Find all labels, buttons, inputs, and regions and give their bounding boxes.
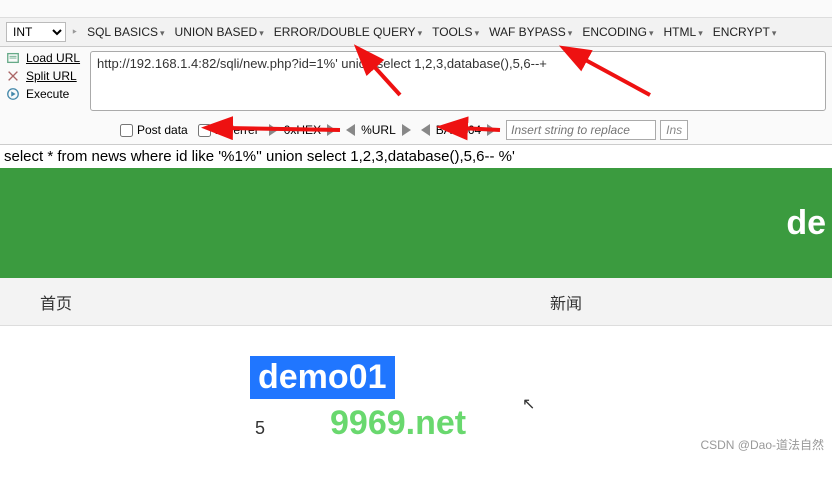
url-input[interactable]: http://192.168.1.4:82/sqli/new.php?id=1%…: [90, 51, 826, 111]
menu-separator: ‣: [68, 25, 81, 39]
menu-sql-basics[interactable]: SQL BASICS: [83, 23, 168, 41]
watermark: 9969.net: [330, 404, 466, 443]
load-icon: [6, 51, 20, 65]
page-content: demo01 5 9969.net ↖ CSDN @Dao-道法自然: [0, 326, 832, 399]
menu-union-based[interactable]: UNION BASED: [171, 23, 268, 41]
chevron-left-icon: [421, 124, 430, 136]
encode-url[interactable]: %URL: [346, 123, 411, 137]
post-data-checkbox[interactable]: Post data: [120, 123, 188, 137]
hackbar-menu: INT ‣ SQL BASICS UNION BASED ERROR/DOUBL…: [0, 18, 832, 47]
nav-home[interactable]: 首页: [0, 290, 112, 314]
chevron-left-icon: [346, 124, 355, 136]
credit-text: CSDN @Dao-道法自然: [700, 436, 824, 453]
menu-encrypt[interactable]: ENCRYPT: [709, 23, 781, 41]
result-highlight: demo01: [250, 356, 395, 399]
chevron-right-icon: [327, 124, 336, 136]
split-icon: [6, 69, 20, 83]
cursor-icon: ↖: [522, 394, 535, 414]
load-url-label: Load URL: [26, 51, 80, 65]
menu-html[interactable]: HTML: [660, 23, 707, 41]
chevron-right-icon: [487, 124, 496, 136]
rendered-query: select * from news where id like '%1%'' …: [0, 145, 832, 168]
menu-encoding[interactable]: ENCODING: [578, 23, 657, 41]
execute-label: Execute: [26, 87, 69, 101]
execute-icon: [6, 87, 20, 101]
menu-tools[interactable]: TOOLS: [428, 23, 483, 41]
split-url-button[interactable]: Split URL: [6, 69, 80, 83]
site-nav: 首页 新闻: [0, 278, 832, 326]
insert-group: Ins: [506, 120, 688, 140]
result-number: 5: [255, 418, 265, 439]
chevron-right-icon: [402, 124, 411, 136]
hero-text: de: [786, 204, 826, 243]
chevron-right-icon: [269, 124, 278, 136]
action-buttons: Load URL Split URL Execute: [6, 51, 80, 101]
split-url-label: Split URL: [26, 69, 77, 83]
referrer-checkbox[interactable]: Referrer: [198, 123, 259, 137]
action-row: Load URL Split URL Execute http://192.16…: [0, 47, 832, 118]
nav-news[interactable]: 新闻: [510, 290, 622, 314]
options-row: Post data Referrer 0xHEX %URL BASE64 Ins: [0, 118, 832, 145]
menu-waf-bypass[interactable]: WAF BYPASS: [485, 23, 576, 41]
insert-button[interactable]: Ins: [660, 120, 688, 140]
encode-base64[interactable]: BASE64: [421, 123, 496, 137]
post-data-label: Post data: [137, 123, 188, 137]
insert-string-input[interactable]: [506, 120, 656, 140]
url-box: http://192.168.1.4:82/sqli/new.php?id=1%…: [90, 51, 826, 114]
load-url-button[interactable]: Load URL: [6, 51, 80, 65]
hero-banner: de: [0, 168, 832, 278]
referrer-label: Referrer: [215, 123, 259, 137]
menu-error-double[interactable]: ERROR/DOUBLE QUERY: [270, 23, 426, 41]
browser-tab-strip: [0, 0, 832, 18]
type-select[interactable]: INT: [6, 22, 66, 42]
execute-button[interactable]: Execute: [6, 87, 80, 101]
encode-0xhex[interactable]: 0xHEX: [269, 123, 336, 137]
